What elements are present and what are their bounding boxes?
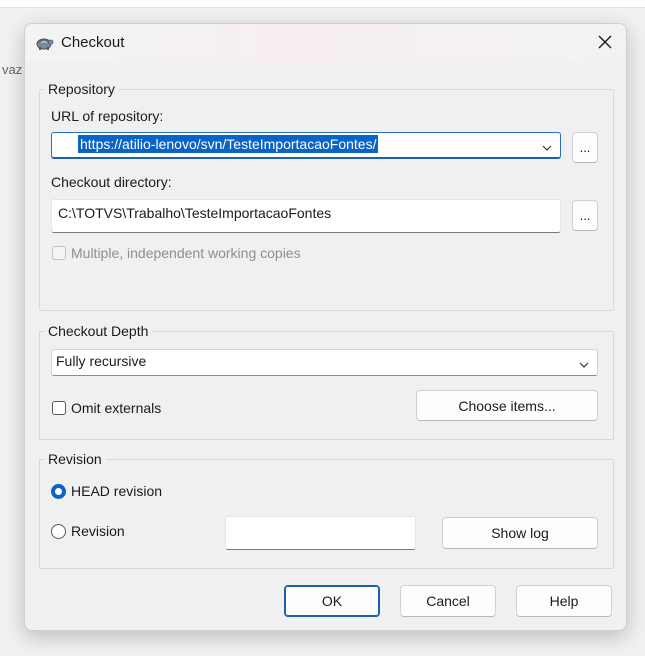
checkout-depth-legend: Checkout Depth <box>44 323 153 339</box>
revision-legend: Revision <box>44 451 106 467</box>
url-label: URL of repository: <box>51 108 164 124</box>
multiple-working-copies-checkbox[interactable] <box>52 246 66 260</box>
head-revision-radio[interactable] <box>51 484 66 499</box>
background-window-edge <box>0 0 645 8</box>
cancel-button[interactable]: Cancel <box>400 585 496 617</box>
checkout-dialog: Checkout Repository URL of repository: h… <box>24 23 627 631</box>
ok-button[interactable]: OK <box>284 585 380 617</box>
repository-legend: Repository <box>44 81 119 97</box>
directory-browse-button[interactable]: ... <box>572 200 598 231</box>
show-log-button[interactable]: Show log <box>442 517 598 549</box>
help-button[interactable]: Help <box>516 585 612 617</box>
url-browse-button[interactable]: ... <box>572 132 598 163</box>
checkout-directory-label: Checkout directory: <box>51 174 172 190</box>
omit-externals-checkbox[interactable] <box>52 401 66 415</box>
choose-items-button[interactable]: Choose items... <box>416 390 598 421</box>
background-partial-text: vaz <box>2 62 23 77</box>
revision-label: Revision <box>71 523 125 539</box>
close-button[interactable] <box>591 30 619 56</box>
depth-select[interactable]: Fully recursive <box>51 349 598 376</box>
revision-input[interactable] <box>225 516 416 550</box>
multiple-working-copies-label: Multiple, independent working copies <box>71 245 301 261</box>
checkout-directory-input[interactable]: C:\TOTVS\Trabalho\TesteImportacaoFontes <box>51 199 561 233</box>
head-revision-label: HEAD revision <box>71 483 163 499</box>
checkout-directory-value: C:\TOTVS\Trabalho\TesteImportacaoFontes <box>58 205 332 221</box>
revision-radio[interactable] <box>51 524 66 539</box>
chevron-down-icon[interactable] <box>579 357 589 368</box>
dialog-title: Checkout <box>61 34 125 51</box>
revision-group <box>39 459 614 569</box>
url-combobox[interactable]: https://atilio-lenovo/svn/TesteImportaca… <box>51 132 561 159</box>
url-value: https://atilio-lenovo/svn/TesteImportaca… <box>78 135 379 153</box>
chevron-down-icon[interactable] <box>542 140 552 151</box>
title-bar[interactable]: Checkout <box>25 24 626 62</box>
depth-selected-value: Fully recursive <box>56 353 147 369</box>
close-icon <box>598 35 612 52</box>
tortoise-icon <box>34 33 54 53</box>
omit-externals-label: Omit externals <box>71 400 162 416</box>
checkout-depth-group <box>39 331 614 440</box>
